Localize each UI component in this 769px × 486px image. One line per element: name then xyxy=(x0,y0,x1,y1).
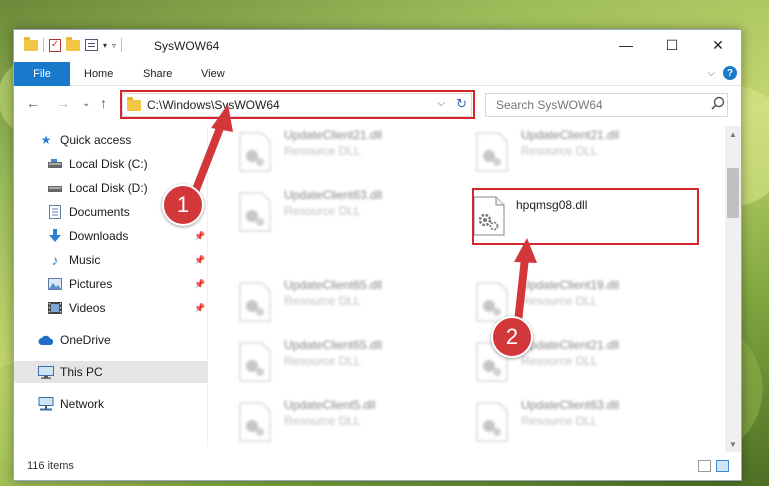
annotation-badge-1: 1 xyxy=(162,184,204,226)
annotation-badge-2: 2 xyxy=(491,316,533,358)
annotation-arrows xyxy=(191,104,537,326)
arrow-1 xyxy=(191,104,233,196)
arrow-2 xyxy=(514,238,537,326)
